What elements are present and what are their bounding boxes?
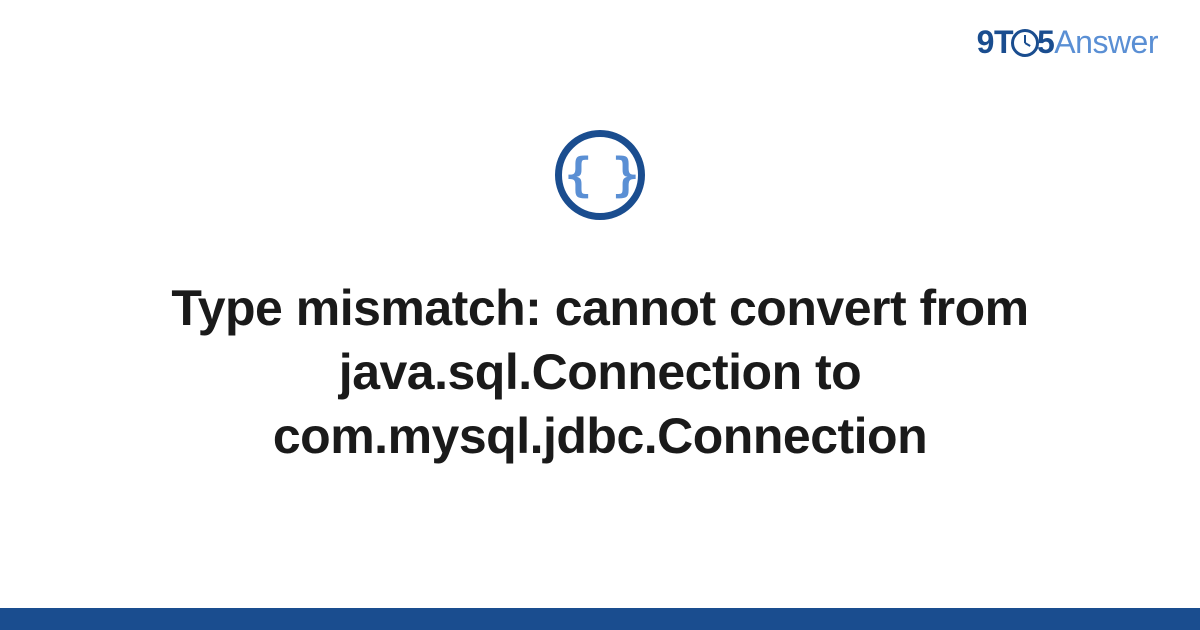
- page-title: Type mismatch: cannot convert from java.…: [120, 276, 1080, 468]
- footer-bar: [0, 608, 1200, 630]
- braces-glyph: { }: [564, 152, 635, 198]
- code-braces-icon: { }: [555, 130, 645, 220]
- site-logo: 9T 5Answer: [977, 24, 1158, 61]
- main-content: { } Type mismatch: cannot convert from j…: [0, 130, 1200, 468]
- logo-text-answer: Answer: [1054, 24, 1158, 60]
- logo-text-9t: 9T: [977, 24, 1013, 60]
- clock-icon: [1011, 29, 1039, 57]
- logo-text-5: 5: [1037, 24, 1054, 60]
